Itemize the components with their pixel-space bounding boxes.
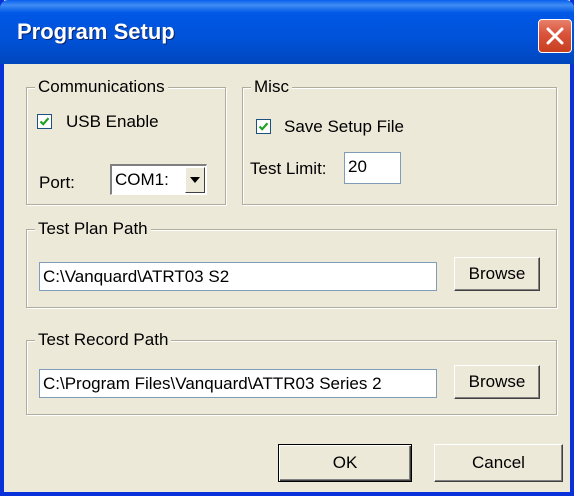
close-button[interactable] bbox=[538, 19, 572, 53]
test-plan-path-input[interactable]: C:\Vanquard\ATRT03 S2 bbox=[39, 262, 437, 291]
title-bar[interactable]: Program Setup bbox=[0, 0, 574, 64]
chevron-down-icon bbox=[190, 177, 200, 183]
program-setup-dialog: Program Setup Communications USB Enable … bbox=[0, 0, 574, 496]
test-limit-label: Test Limit: bbox=[250, 159, 327, 178]
misc-group: Misc bbox=[242, 76, 557, 205]
test-plan-browse-button[interactable]: Browse bbox=[454, 257, 540, 291]
checkmark-icon bbox=[258, 122, 269, 131]
test-record-path-input[interactable]: C:\Program Files\Vanquard\ATTR03 Series … bbox=[39, 369, 437, 398]
checkmark-icon bbox=[39, 117, 50, 126]
port-select[interactable]: COM1: bbox=[110, 164, 207, 195]
port-label: Port: bbox=[39, 173, 75, 192]
window-title: Program Setup bbox=[17, 19, 175, 44]
test-record-browse-button[interactable]: Browse bbox=[454, 365, 540, 399]
port-dropdown-button[interactable] bbox=[185, 167, 205, 193]
cancel-button[interactable]: Cancel bbox=[434, 444, 563, 482]
ok-button[interactable]: OK bbox=[278, 444, 412, 482]
save-setup-file-checkbox[interactable] bbox=[256, 119, 271, 134]
communications-legend: Communications bbox=[35, 76, 168, 98]
close-icon bbox=[546, 27, 564, 45]
port-select-value: COM1: bbox=[115, 170, 169, 189]
usb-enable-checkbox[interactable] bbox=[37, 114, 52, 129]
usb-enable-label: USB Enable bbox=[66, 112, 159, 131]
misc-legend: Misc bbox=[251, 76, 292, 98]
test-plan-path-legend: Test Plan Path bbox=[35, 218, 151, 240]
test-record-path-legend: Test Record Path bbox=[35, 329, 172, 351]
test-limit-input[interactable]: 20 bbox=[344, 152, 401, 184]
save-setup-file-label: Save Setup File bbox=[284, 117, 405, 136]
